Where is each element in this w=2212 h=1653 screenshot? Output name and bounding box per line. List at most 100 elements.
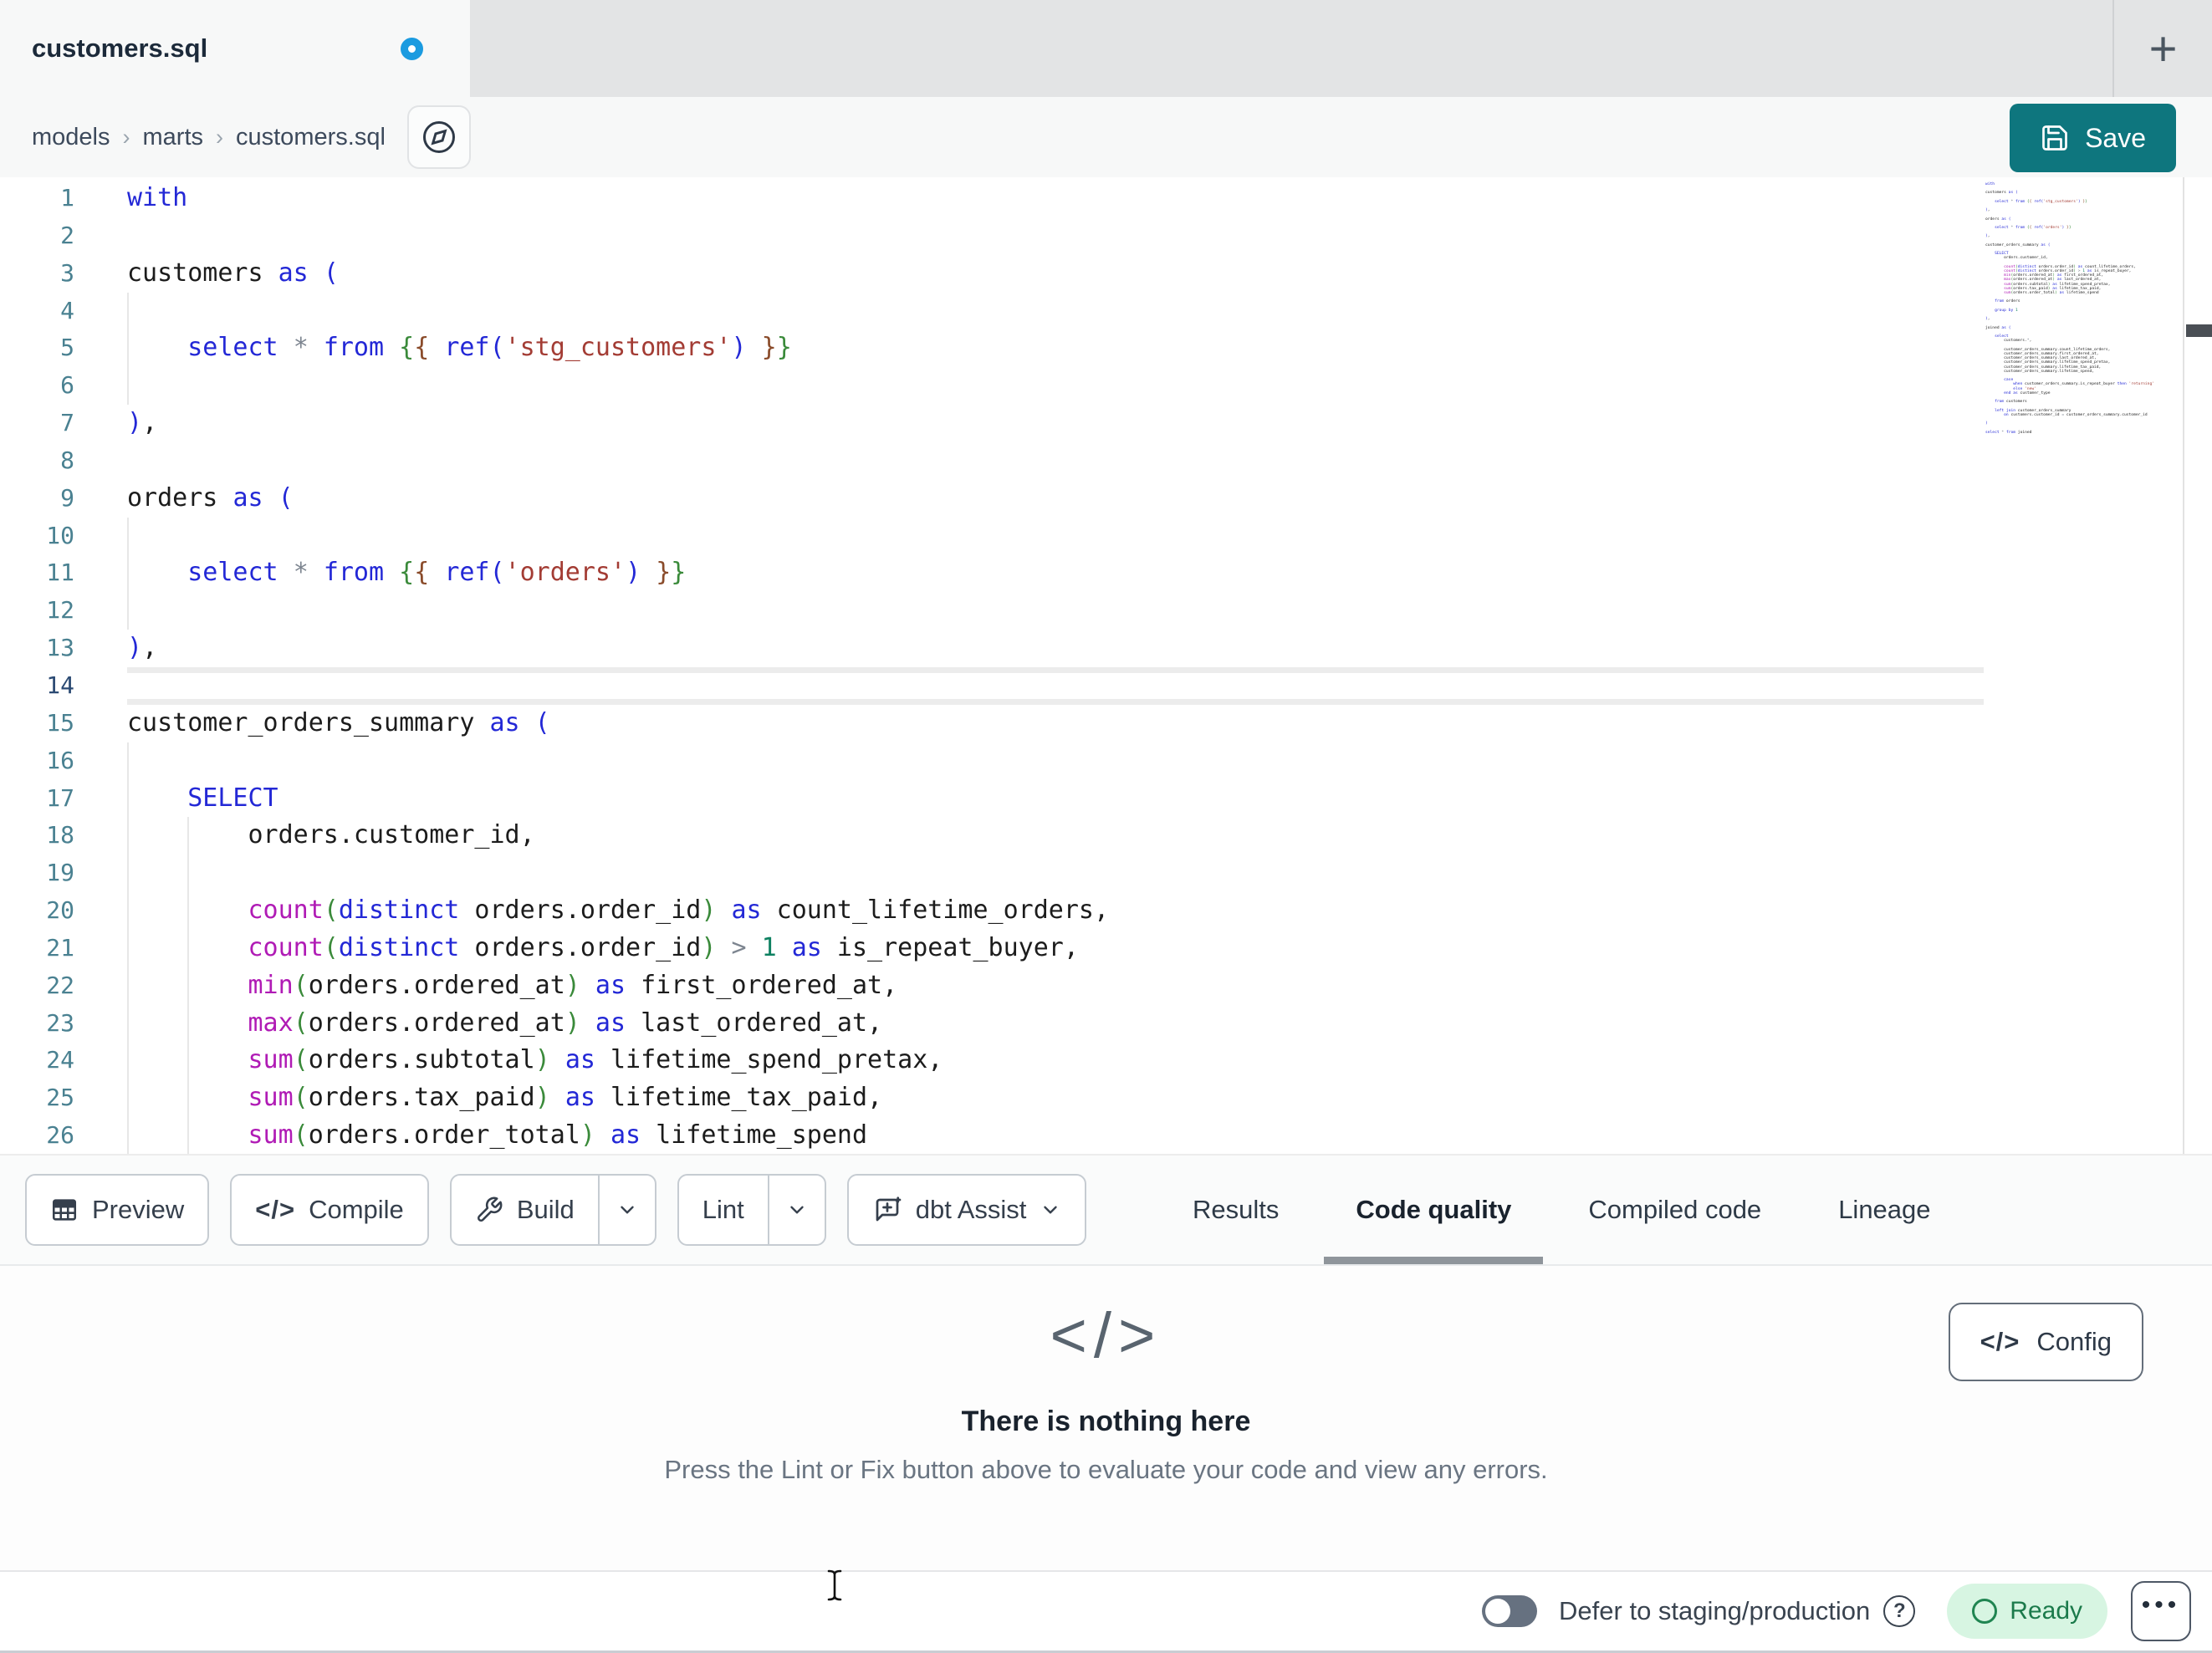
code-line-11[interactable]: 11 select * from {{ ref('orders') }} bbox=[0, 554, 2212, 593]
tab-lineage[interactable]: Lineage bbox=[1800, 1156, 1969, 1264]
indent-guide bbox=[127, 554, 129, 593]
tab-code-quality-label: Code quality bbox=[1356, 1195, 1512, 1224]
lint-button-label: Lint bbox=[702, 1195, 744, 1224]
defer-toggle[interactable] bbox=[1482, 1595, 1538, 1627]
line-number: 19 bbox=[46, 859, 74, 887]
code-line-24[interactable]: 24 sum(orders.subtotal) as lifetime_spen… bbox=[0, 1042, 2212, 1080]
tab-compiled-code-label: Compiled code bbox=[1588, 1195, 1762, 1224]
code-text: with bbox=[127, 183, 188, 212]
save-button[interactable]: Save bbox=[2010, 104, 2176, 172]
code-line-3[interactable]: 3 customers as ( bbox=[0, 255, 2212, 293]
code-line-19[interactable]: 19 bbox=[0, 855, 2212, 893]
code-line-15[interactable]: 15 customer_orders_summary as ( bbox=[0, 705, 2212, 742]
dbt-assist-button-label: dbt Assist bbox=[915, 1195, 1027, 1224]
build-button-label: Build bbox=[516, 1195, 575, 1224]
empty-state-title: There is nothing here bbox=[961, 1406, 1251, 1437]
code-text: select * from {{ ref('orders') }} bbox=[127, 554, 1984, 593]
tab-lineage-label: Lineage bbox=[1838, 1195, 1931, 1224]
preview-button[interactable]: Preview bbox=[25, 1174, 210, 1246]
code-text: SELECT bbox=[127, 779, 1984, 818]
breadcrumb-separator: › bbox=[216, 124, 223, 150]
code-line-26[interactable]: 26 sum(orders.order_total) as lifetime_s… bbox=[0, 1117, 2212, 1154]
config-button[interactable]: </> Config bbox=[1948, 1303, 2143, 1381]
minimap[interactable]: with customers as ( select * from {{ ref… bbox=[1985, 182, 2154, 435]
breadcrumb-row: models › marts › customers.sql Save bbox=[0, 97, 2212, 177]
build-button[interactable]: Build bbox=[452, 1176, 598, 1244]
line-number: 7 bbox=[60, 409, 74, 437]
indent-guide bbox=[127, 367, 129, 406]
code-line-7[interactable]: 7), bbox=[0, 405, 2212, 442]
help-icon[interactable]: ? bbox=[1883, 1595, 1916, 1627]
chevron-down-icon bbox=[621, 1206, 634, 1214]
open-in-explorer-button[interactable] bbox=[406, 105, 471, 169]
indent-guide bbox=[127, 892, 129, 930]
line-number: 5 bbox=[60, 334, 74, 362]
code-editor[interactable]: 1 with 2 3 customers as ( 4 5 select * from {{… bbox=[0, 177, 2212, 1154]
code-line-2[interactable]: 2 bbox=[0, 217, 2212, 255]
lint-button[interactable]: Lint bbox=[679, 1176, 768, 1244]
breadcrumb-marts[interactable]: marts bbox=[143, 124, 204, 151]
editor-scrollbar[interactable] bbox=[2183, 177, 2212, 1154]
tab-results[interactable]: Results bbox=[1154, 1156, 1317, 1264]
line-number: 8 bbox=[60, 446, 74, 474]
indent-guide bbox=[127, 517, 129, 555]
code-text: max(orders.ordered_at) as last_ordered_a… bbox=[127, 1004, 1984, 1043]
code-text: count(distinct orders.order_id) as count… bbox=[127, 892, 1984, 930]
indent-guide bbox=[187, 967, 190, 1005]
code-line-23[interactable]: 23 max(orders.ordered_at) as last_ordere… bbox=[0, 1004, 2212, 1043]
line-number: 20 bbox=[46, 896, 74, 925]
line-number: 2 bbox=[60, 221, 74, 249]
code-text bbox=[127, 517, 1984, 555]
code-line-16[interactable]: 16 bbox=[0, 742, 2212, 780]
code-text: ), bbox=[127, 633, 158, 663]
code-line-18[interactable]: 18 orders.customer_id, bbox=[0, 817, 2212, 855]
code-text: orders.customer_id, bbox=[127, 817, 1984, 855]
indent-guide bbox=[127, 1004, 129, 1043]
lint-dropdown-button[interactable] bbox=[767, 1176, 825, 1244]
file-tab-customers-sql[interactable]: customers.sql bbox=[0, 0, 470, 97]
code-line-9[interactable]: 9 orders as ( bbox=[0, 480, 2212, 518]
code-line-13[interactable]: 13), bbox=[0, 630, 2212, 667]
indent-guide bbox=[127, 292, 129, 330]
indent-guide bbox=[127, 929, 129, 967]
chevron-down-icon bbox=[790, 1206, 804, 1214]
empty-state-subtitle: Press the Lint or Fix button above to ev… bbox=[664, 1455, 1548, 1484]
line-number: 6 bbox=[60, 371, 74, 400]
code-line-25[interactable]: 25 sum(orders.tax_paid) as lifetime_tax_… bbox=[0, 1079, 2212, 1118]
code-line-12[interactable]: 12 bbox=[0, 592, 2212, 630]
build-dropdown-button[interactable] bbox=[597, 1176, 655, 1244]
code-line-4[interactable]: 4 bbox=[0, 292, 2212, 330]
scrollbar-thumb[interactable] bbox=[2186, 324, 2212, 337]
code-line-22[interactable]: 22 min(orders.ordered_at) as first_order… bbox=[0, 967, 2212, 1005]
tab-code-quality[interactable]: Code quality bbox=[1317, 1156, 1550, 1264]
status-circle-icon bbox=[1972, 1599, 1998, 1624]
indent-guide bbox=[127, 817, 129, 855]
breadcrumb-file[interactable]: customers.sql bbox=[236, 124, 386, 151]
table-icon bbox=[52, 1199, 77, 1221]
code-line-1[interactable]: 1 with bbox=[0, 180, 2212, 217]
code-line-21[interactable]: 21 count(distinct orders.order_id) > 1 a… bbox=[0, 929, 2212, 967]
status-bar: Defer to staging/production ? Ready ••• bbox=[0, 1570, 2212, 1653]
line-number: 4 bbox=[60, 296, 74, 324]
line-number: 14 bbox=[46, 671, 74, 699]
tab-compiled-code[interactable]: Compiled code bbox=[1550, 1156, 1800, 1264]
more-options-button[interactable]: ••• bbox=[2131, 1581, 2191, 1641]
code-line-5[interactable]: 5 select * from {{ ref('stg_customers') … bbox=[0, 329, 2212, 368]
code-line-20[interactable]: 20 count(distinct orders.order_id) as co… bbox=[0, 892, 2212, 930]
code-line-8[interactable]: 8 bbox=[0, 442, 2212, 480]
code-line-17[interactable]: 17 SELECT bbox=[0, 779, 2212, 818]
code-line-10[interactable]: 10 bbox=[0, 517, 2212, 555]
new-tab-button[interactable]: + bbox=[2112, 0, 2212, 97]
code-line-6[interactable]: 6 bbox=[0, 367, 2212, 406]
dbt-assist-button[interactable]: dbt Assist bbox=[846, 1174, 1087, 1246]
compile-button[interactable]: </> Compile bbox=[230, 1174, 429, 1246]
breadcrumb-models[interactable]: models bbox=[32, 124, 110, 151]
code-line-14[interactable]: 14 bbox=[0, 666, 2212, 705]
panel-tabs: Results Code quality Compiled code Linea… bbox=[1154, 1156, 1969, 1264]
line-number: 25 bbox=[46, 1084, 74, 1112]
code-lines: 1 with 2 3 customers as ( 4 5 select * from {{… bbox=[0, 180, 2212, 1154]
indent-guide bbox=[127, 592, 129, 630]
build-split-button: Build bbox=[449, 1174, 656, 1246]
code-text: count(distinct orders.order_id) > 1 as i… bbox=[127, 929, 1984, 967]
